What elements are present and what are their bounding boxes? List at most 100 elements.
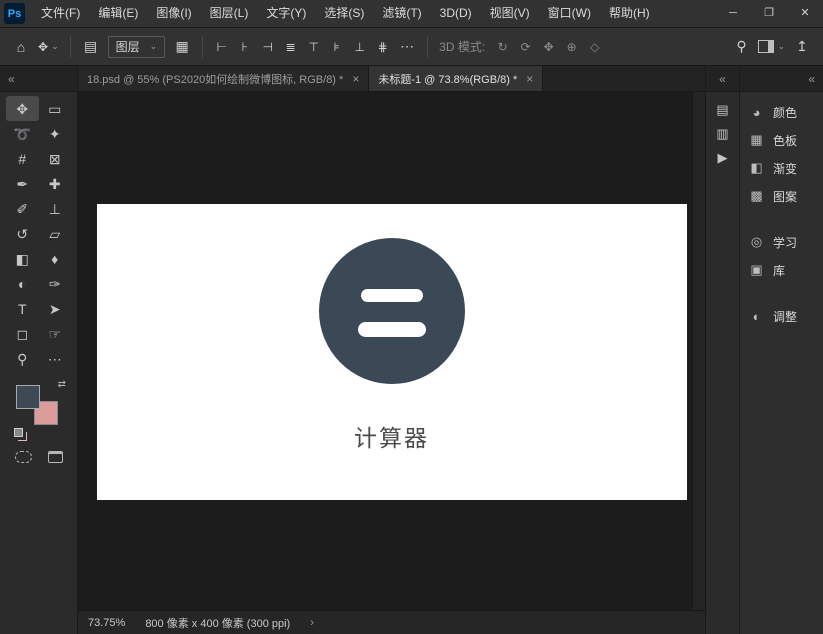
color-swatches: ⇄	[14, 381, 66, 429]
auto-select-dropdown[interactable]: 图层 ⌄	[108, 36, 166, 58]
restore-button[interactable]: ❐	[751, 0, 787, 27]
menu-image[interactable]: 图像(I)	[147, 0, 200, 27]
dock-properties-icon[interactable]: ▤	[710, 98, 736, 122]
default-colors-icon[interactable]	[14, 428, 23, 437]
panel-item-learn[interactable]: ◎ 学习	[740, 228, 823, 256]
3d-pan-icon[interactable]: ✥	[537, 34, 560, 60]
panel-item-icon: ◎	[749, 234, 764, 250]
crop-tool[interactable]: #	[6, 146, 39, 171]
menu-select[interactable]: 选择(S)	[315, 0, 373, 27]
vertical-scrollbar[interactable]	[692, 92, 705, 610]
3d-rotate-icon[interactable]: ↻	[491, 34, 514, 60]
menu-edit[interactable]: 编辑(E)	[89, 0, 147, 27]
lasso-tool[interactable]: ➰	[6, 121, 39, 146]
search-icon[interactable]: ⚲	[728, 34, 754, 60]
tool-glyph: ✒	[16, 177, 28, 191]
3d-scale-icon[interactable]: ◇	[583, 34, 606, 60]
healing-brush-tool[interactable]: ✚	[39, 171, 72, 196]
3d-slide-icon[interactable]: ⊕	[560, 34, 583, 60]
screen-mode-icon[interactable]	[48, 451, 63, 463]
distribute-h-icon[interactable]: ≣	[279, 34, 302, 60]
dock-collapse-icon[interactable]: «	[706, 66, 739, 92]
align-center-h-icon[interactable]: ⊦	[233, 34, 256, 60]
close-icon[interactable]: ×	[352, 72, 359, 86]
align-left-icon[interactable]: ⊢	[210, 34, 233, 60]
tool-extras	[0, 451, 77, 463]
align-bottom-icon[interactable]: ⊥	[348, 34, 371, 60]
panel-item-libraries[interactable]: ▣ 库	[740, 256, 823, 284]
hand-tool[interactable]: ☞	[39, 321, 72, 346]
document-tab-active[interactable]: 未标题-1 @ 73.8%(RGB/8) * ×	[369, 66, 543, 91]
canvas-area[interactable]: 计算器	[78, 92, 705, 610]
move-tool[interactable]: ✥	[6, 96, 39, 121]
tools-collapse-icon[interactable]: «	[0, 66, 77, 92]
chevron-down-icon: ⌄	[777, 42, 785, 51]
eraser-tool[interactable]: ▱	[39, 221, 72, 246]
type-tool[interactable]: T	[6, 296, 39, 321]
zoom-level-field[interactable]: 73.75%	[88, 617, 125, 629]
tool-glyph: ⊥	[49, 202, 61, 216]
dock-info-icon[interactable]: ▥	[710, 122, 736, 146]
options-bar: ⌂ ✥ ⌄ ▤ 图层 ⌄ ▦ ⊢ ⊦ ⊣ ≣ ⊤ ⊧	[0, 28, 823, 66]
blur-tool[interactable]: ♦	[39, 246, 72, 271]
close-button[interactable]: ✕	[787, 0, 823, 27]
minimize-button[interactable]: ─	[715, 0, 751, 27]
alignment-icons: ⊢ ⊦ ⊣ ≣ ⊤ ⊧ ⊥ ⋕	[210, 34, 394, 60]
dodge-tool[interactable]: ◐	[6, 271, 39, 296]
panel-item-gradients[interactable]: ◧ 渐变	[740, 154, 823, 182]
home-icon[interactable]: ⌂	[8, 34, 34, 60]
tool-glyph: ✥	[16, 102, 28, 116]
align-middle-icon[interactable]: ⊧	[325, 34, 348, 60]
path-select-tool[interactable]: ➤	[39, 296, 72, 321]
current-tool-icon[interactable]: ✥ ⌄	[34, 34, 63, 60]
tool-preset-icon[interactable]: ▤	[78, 34, 104, 60]
close-icon[interactable]: ×	[526, 72, 533, 86]
panel-item-swatches[interactable]: ▦ 色板	[740, 126, 823, 154]
menu-filter[interactable]: 滤镜(T)	[373, 0, 430, 27]
quick-mask-icon[interactable]	[15, 451, 32, 463]
menu-3d[interactable]: 3D(D)	[431, 0, 481, 27]
panel-item-label: 图案	[773, 188, 797, 205]
brush-tool[interactable]: ✐	[6, 196, 39, 221]
3d-mode-label: 3D 模式:	[439, 38, 485, 55]
more-options-icon[interactable]: ⋯	[394, 34, 420, 60]
gradient-tool[interactable]: ◧	[6, 246, 39, 271]
menu-view[interactable]: 视图(V)	[481, 0, 539, 27]
panel-item-patterns[interactable]: ▩ 图案	[740, 182, 823, 210]
history-brush-tool[interactable]: ↺	[6, 221, 39, 246]
tool-glyph: ✐	[16, 202, 28, 216]
panel-item-adjustments[interactable]: ◐ 调整	[740, 302, 823, 330]
document-area: 18.psd @ 55% (PS2020如何绘制微博图标, RGB/8) * ×…	[78, 66, 705, 634]
quick-selection-tool[interactable]: ✦	[39, 121, 72, 146]
actions-play-icon[interactable]: ▶	[710, 146, 736, 170]
separator	[70, 36, 71, 58]
tool-glyph: ✑	[49, 277, 61, 291]
status-chevron-icon[interactable]: ›	[310, 617, 314, 629]
clone-stamp-tool[interactable]: ⊥	[39, 196, 72, 221]
menu-type[interactable]: 文字(Y)	[257, 0, 315, 27]
panel-collapse-icon[interactable]: «	[740, 66, 823, 92]
zoom-tool[interactable]: ⚲	[6, 346, 39, 371]
document-tab[interactable]: 18.psd @ 55% (PS2020如何绘制微博图标, RGB/8) * ×	[78, 66, 369, 91]
menu-help[interactable]: 帮助(H)	[600, 0, 659, 27]
menu-file[interactable]: 文件(F)	[32, 0, 89, 27]
marquee-tool[interactable]: ▭	[39, 96, 72, 121]
align-top-icon[interactable]: ⊤	[302, 34, 325, 60]
swap-colors-icon[interactable]: ⇄	[58, 379, 66, 390]
align-right-icon[interactable]: ⊣	[256, 34, 279, 60]
frame-tool[interactable]: ⊠	[39, 146, 72, 171]
menu-window[interactable]: 窗口(W)	[539, 0, 600, 27]
eyedropper-tool[interactable]: ✒	[6, 171, 39, 196]
3d-roll-icon[interactable]: ⟳	[514, 34, 537, 60]
calculator-icon-circle	[319, 238, 465, 384]
shape-tool[interactable]: ◻	[6, 321, 39, 346]
menu-layer[interactable]: 图层(L)	[201, 0, 258, 27]
pen-tool[interactable]: ✑	[39, 271, 72, 296]
workspace-switcher[interactable]: ⌄	[754, 34, 789, 60]
panel-item-color[interactable]: ◕ 颜色	[740, 98, 823, 126]
edit-toolbar-icon[interactable]: ⋯	[39, 346, 72, 371]
share-icon[interactable]: ↥	[789, 34, 815, 60]
foreground-color-swatch[interactable]	[16, 385, 40, 409]
transform-controls-icon[interactable]: ▦	[169, 34, 195, 60]
distribute-v-icon[interactable]: ⋕	[371, 34, 394, 60]
